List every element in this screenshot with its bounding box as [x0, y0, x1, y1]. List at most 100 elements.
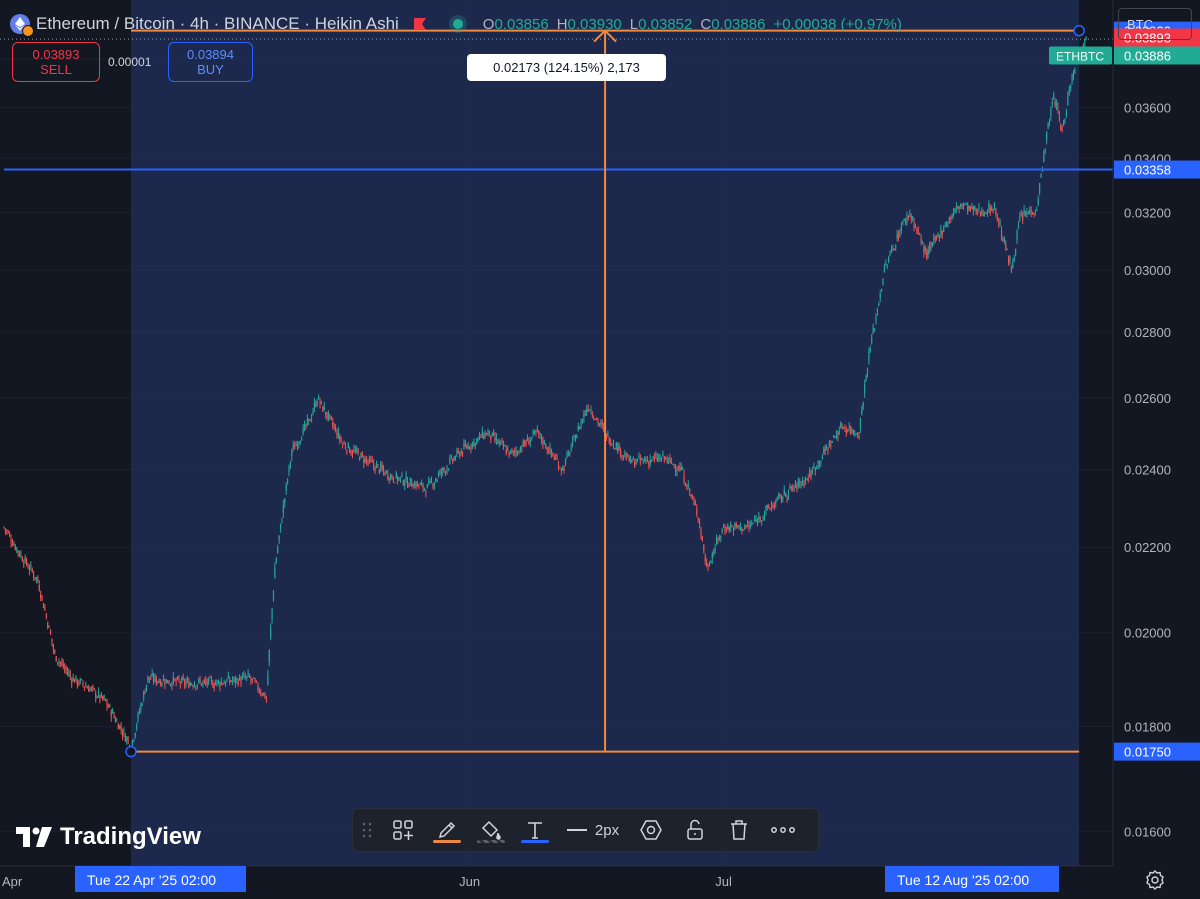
candle-body [501, 440, 503, 442]
candle-body [907, 215, 910, 217]
candle-body [459, 454, 461, 457]
candle-body [388, 478, 390, 480]
candle-body [270, 628, 272, 639]
candle-body [790, 486, 792, 488]
lock-icon[interactable] [673, 809, 717, 851]
candle-body [432, 485, 434, 487]
candle-body [724, 529, 726, 531]
trash-icon[interactable] [717, 809, 761, 851]
price-tick-label: 0.02200 [1124, 540, 1171, 555]
candle-body [1084, 39, 1086, 43]
candle-body [522, 440, 524, 446]
candle-body [821, 456, 823, 460]
candle-body [188, 683, 190, 688]
line-color-button[interactable] [425, 809, 469, 851]
fill-color-button[interactable] [469, 809, 513, 851]
candle-body [467, 445, 469, 448]
candle-body [1030, 210, 1032, 213]
candle-body [1013, 257, 1015, 261]
candle-body [776, 497, 778, 501]
candle-body [175, 680, 177, 683]
candle-body [217, 680, 220, 682]
candle-body [701, 537, 704, 541]
candle-body [257, 685, 259, 690]
ohlc-values: O0.03856 H0.03930 L0.03852 C0.03886 +0.0… [483, 16, 902, 33]
candle-body [916, 228, 918, 231]
measure-start-time-label: Tue 22 Apr '25 02:00 [87, 872, 216, 888]
candle-body [234, 679, 236, 683]
candle-body [926, 252, 928, 259]
candle-body [1065, 112, 1068, 117]
candle-body [755, 519, 757, 521]
price-chart[interactable]: 0.038000.036000.034000.032000.030000.028… [0, 0, 1200, 899]
candle-body [920, 238, 922, 243]
candle-body [962, 205, 965, 207]
candle-body [296, 445, 299, 447]
add-to-template-icon[interactable] [381, 809, 425, 851]
candle-body [745, 525, 747, 527]
candle-body [848, 426, 850, 428]
candle-body [933, 238, 935, 240]
candle-body [306, 419, 308, 424]
candle-body [872, 327, 874, 334]
candle-body [656, 458, 658, 461]
candle-body [830, 444, 832, 447]
candle-body [258, 691, 260, 693]
candle-body [222, 683, 224, 685]
candle-body [279, 523, 282, 530]
candle-body [1034, 211, 1036, 213]
candle-body [97, 691, 100, 695]
candle-body [924, 247, 926, 251]
market-status-icon[interactable] [452, 19, 463, 29]
candle-body [488, 430, 490, 433]
more-icon[interactable] [761, 809, 805, 851]
buy-button[interactable]: 0.03894 BUY [168, 42, 253, 82]
candle-body [305, 424, 307, 427]
candle-body [193, 684, 196, 687]
quote-currency-button[interactable]: BTC [1118, 8, 1192, 40]
candle-body [192, 686, 194, 688]
candle-body [186, 679, 189, 681]
candle-body [618, 444, 620, 449]
candle-body [639, 458, 641, 461]
candle-body [797, 480, 799, 486]
candle-body [224, 682, 227, 685]
candle-body [1074, 69, 1076, 73]
candle-body [857, 436, 859, 438]
candle-body [343, 443, 345, 445]
last-price-label: 0.03886 [1124, 48, 1171, 63]
line-width-button[interactable]: 2px [557, 809, 629, 851]
candle-body [570, 447, 572, 451]
candle-body [504, 445, 506, 447]
candle-body [71, 679, 73, 683]
flag-icon[interactable] [413, 17, 427, 31]
candle-body [591, 413, 593, 416]
candle-body [524, 441, 526, 445]
candle-body [223, 682, 225, 684]
text-color-button[interactable] [513, 809, 557, 851]
chart-settings-gear-icon[interactable] [1144, 869, 1166, 891]
candle-body [960, 203, 962, 207]
price-tick-label: 0.02600 [1124, 391, 1171, 406]
candle-body [433, 482, 435, 486]
drag-handle-icon[interactable] [353, 809, 381, 851]
candle-body [312, 411, 314, 415]
candle-body [801, 479, 804, 483]
candle-body [134, 733, 136, 737]
candle-body [116, 720, 118, 722]
sell-button[interactable]: 0.03893 SELL [12, 42, 100, 82]
candle-body [628, 457, 630, 462]
candle-body [550, 449, 553, 454]
candle-body [930, 246, 932, 248]
candle-body [1029, 209, 1031, 212]
candle-body [566, 453, 568, 458]
candle-body [326, 416, 328, 418]
symbol-title[interactable]: Ethereum / Bitcoin · 4h · BINANCE · Heik… [36, 14, 399, 34]
candle-body [752, 523, 754, 525]
candle-body [770, 506, 773, 509]
candle-body [231, 680, 234, 682]
candle-body [150, 678, 152, 680]
settings-icon[interactable] [629, 809, 673, 851]
drawing-toolbar: 2px [352, 808, 819, 852]
horizontal-line-price-label: 0.03358 [1124, 163, 1171, 178]
